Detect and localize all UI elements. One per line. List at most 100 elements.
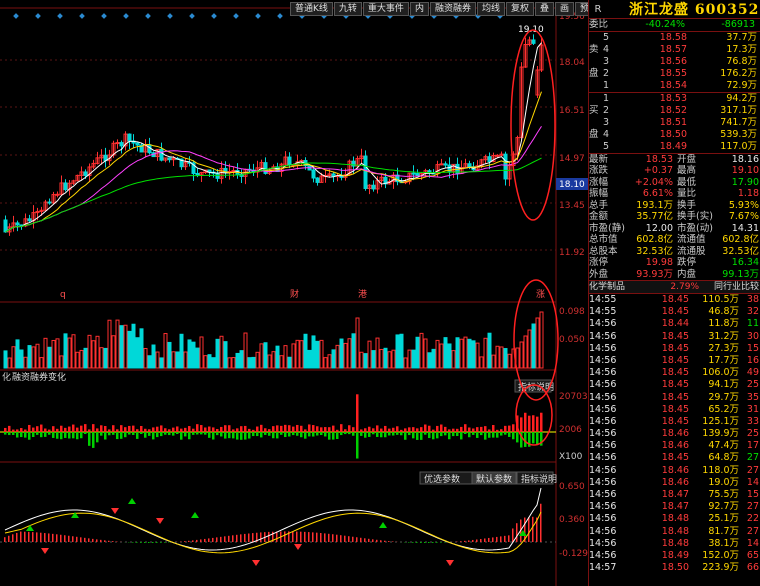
margin-bar-down xyxy=(448,432,451,440)
candle xyxy=(311,169,316,179)
toolbar-button-4[interactable]: 融资融券 xyxy=(429,2,476,16)
sector-compare[interactable]: 同行业比较 xyxy=(699,281,759,293)
margin-bar-down xyxy=(112,432,115,435)
macd-bar xyxy=(220,536,222,542)
tick-volume: 152.0万 xyxy=(702,549,739,561)
candle xyxy=(27,218,32,222)
margin-bar-up xyxy=(404,428,407,432)
order-side-char xyxy=(589,117,603,129)
tick-price: 18.46 xyxy=(661,464,689,476)
order-row: 5 18.49 117.0万 xyxy=(589,141,760,153)
volume-bar xyxy=(259,343,264,369)
margin-bar-down xyxy=(128,432,131,435)
order-price: 18.49 xyxy=(659,140,687,152)
quote-row: 金额 35.77亿 换手(实) 7.67% xyxy=(589,211,760,223)
toolbar-button-3[interactable]: 内 xyxy=(409,2,429,16)
margin-bar-up xyxy=(260,424,263,432)
toolbar-button-6[interactable]: 复权 xyxy=(505,2,534,16)
volume-bar xyxy=(203,355,208,369)
tick-row: 14:55 18.45 110.5万 38 xyxy=(589,294,760,306)
toolbar-button-7[interactable]: 叠 xyxy=(535,2,555,16)
macd-bar xyxy=(36,532,38,542)
volume-bar xyxy=(467,338,472,369)
order-row: 盘 4 18.50 539.3万 xyxy=(589,129,760,141)
margin-bar-down xyxy=(412,432,415,439)
macd-bar xyxy=(140,542,142,543)
margin-bar-down xyxy=(164,432,167,435)
tick-time: 14:56 xyxy=(589,549,617,561)
macd-bar xyxy=(416,542,418,543)
margin-bar-down xyxy=(80,432,83,439)
macd-bar xyxy=(464,540,466,542)
order-side-char xyxy=(589,32,603,44)
volume-bar xyxy=(367,340,372,369)
macd-bar xyxy=(92,538,94,542)
order-price: 18.56 xyxy=(659,55,687,67)
macd-bar xyxy=(472,539,474,542)
margin-bar-up xyxy=(328,427,331,432)
margin-bar-down xyxy=(168,432,171,436)
margin-bar-down xyxy=(328,432,331,440)
toolbar-button-0[interactable]: 普通K线 xyxy=(290,2,333,16)
margin-bar-up xyxy=(40,424,43,432)
volume-bar xyxy=(175,351,180,369)
macd-bar xyxy=(192,540,194,542)
candle xyxy=(443,163,448,166)
margin-bar-up xyxy=(128,425,131,432)
candle xyxy=(127,133,132,142)
macd-bar xyxy=(276,531,278,542)
volume-bar xyxy=(291,343,296,369)
order-level: 5 xyxy=(603,31,610,43)
volume-bar xyxy=(111,335,116,369)
tick-volume: 81.7万 xyxy=(708,525,739,537)
candle xyxy=(15,222,20,226)
toolbar-button-8[interactable]: 画 xyxy=(555,2,575,16)
event-diamond xyxy=(211,13,217,19)
kline-chart-area[interactable]: 19.56 18.04 16.51 14.97 13.45 11.92 18.10 19.10… xyxy=(0,0,588,586)
margin-bar-up xyxy=(296,424,299,432)
order-volume: 117.0万 xyxy=(720,140,757,152)
margin-bar-up xyxy=(352,427,355,432)
margin-bar-down xyxy=(188,432,191,440)
margin-bar-down xyxy=(224,432,227,439)
margin-bar-down xyxy=(104,432,107,440)
margin-bar-up xyxy=(348,425,351,432)
sector-row[interactable]: 化学制品 2.79% 同行业比较 xyxy=(589,281,760,294)
margin-bar-down xyxy=(212,432,215,440)
sector-name[interactable]: 化学制品 xyxy=(589,281,659,293)
margin-bar-up xyxy=(284,424,287,432)
margin-bar-up xyxy=(528,415,531,432)
quote-label: 涨幅 xyxy=(589,176,609,188)
macd-bar xyxy=(132,542,134,543)
margin-bar-down xyxy=(116,432,119,440)
tick-count: 11 xyxy=(746,318,759,330)
quote-label: 最低 xyxy=(677,176,697,188)
margin-bar-down xyxy=(204,432,207,435)
stock-title[interactable]: 浙江龙盛 600352 xyxy=(629,0,759,19)
volume-axis-label: 0.050 xyxy=(559,335,585,345)
kline-chart-canvas[interactable]: 19.5618.0416.5114.9713.4511.9218.1019.10… xyxy=(0,0,588,586)
candle xyxy=(159,148,164,161)
margin-bar-down xyxy=(172,432,175,436)
margin-bar-down xyxy=(536,432,539,445)
macd-bar xyxy=(200,539,202,542)
tick-list[interactable]: 14:55 18.45 110.5万 38 14:55 18.45 46.8万 32 14:56… xyxy=(589,294,760,574)
quote-label: 振幅 xyxy=(589,188,609,199)
margin-bar-up xyxy=(192,428,195,432)
toolbar-button-2[interactable]: 重大事件 xyxy=(362,2,409,16)
event-diamond xyxy=(123,13,129,19)
tick-row: 14:56 18.45 94.1万 25 xyxy=(589,379,760,391)
margin-bar-up xyxy=(520,417,523,432)
quote-label: 总股本 xyxy=(589,245,618,257)
margin-bar-up xyxy=(20,428,23,432)
macd-bar xyxy=(84,537,86,542)
macd-bar xyxy=(428,542,430,543)
margin-bar-up xyxy=(184,427,187,432)
margin-bar-down xyxy=(136,432,139,439)
margin-bar-down xyxy=(244,432,247,440)
tick-time: 14:56 xyxy=(589,342,617,354)
toolbar-button-1[interactable]: 九转 xyxy=(333,2,362,16)
tick-price: 18.45 xyxy=(661,403,689,415)
tick-volume: 223.9万 xyxy=(702,562,739,574)
toolbar-button-5[interactable]: 均线 xyxy=(476,2,505,16)
